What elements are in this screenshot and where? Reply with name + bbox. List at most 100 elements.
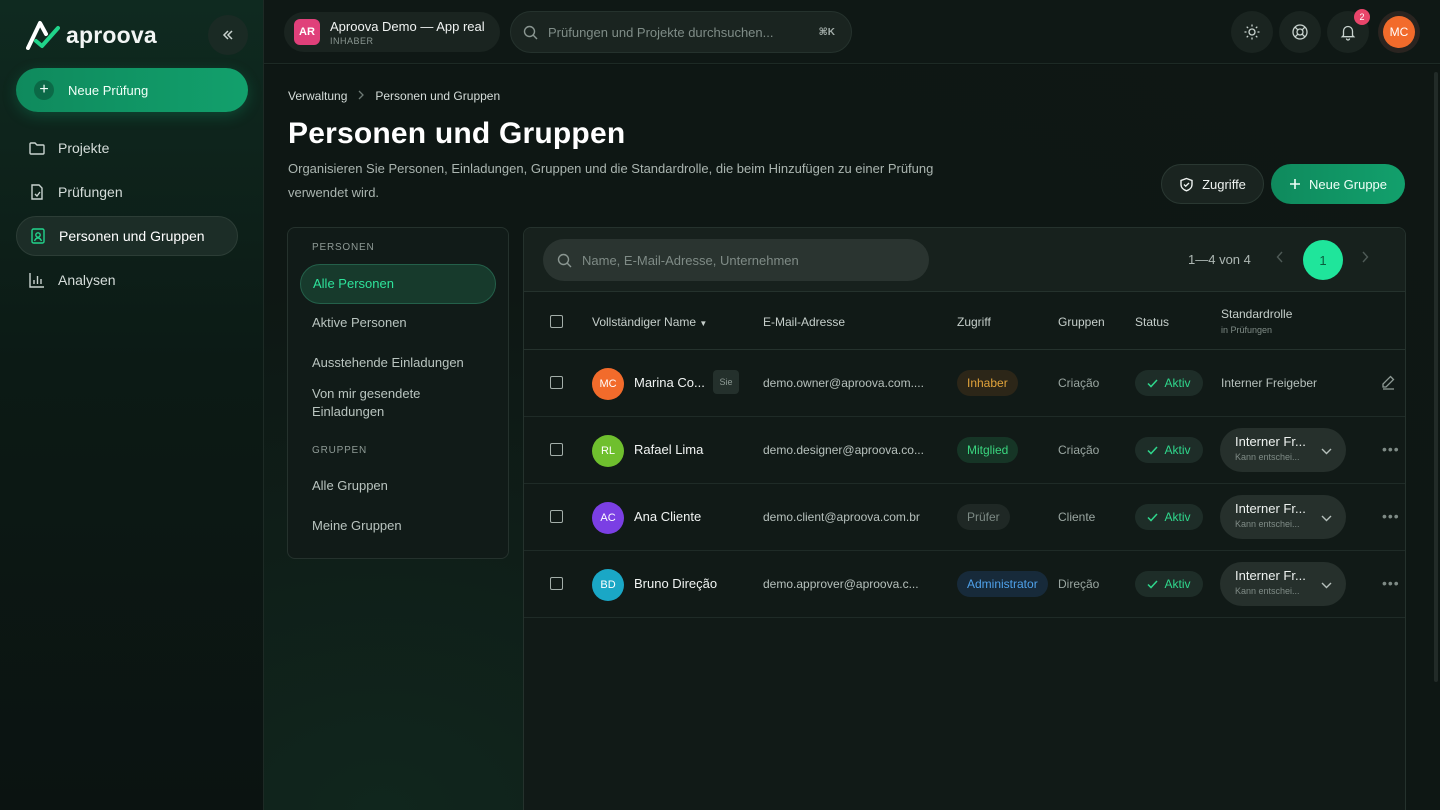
check-icon	[1147, 512, 1159, 522]
access-badge: Prüfer	[957, 504, 1010, 530]
user-avatar: MC	[1383, 16, 1415, 48]
chevron-down-icon	[1321, 576, 1332, 594]
filter-all-people[interactable]: Alle Personen	[300, 264, 496, 304]
edit-icon[interactable]	[1380, 374, 1396, 395]
status-label: Aktiv	[1164, 577, 1191, 591]
pagination-summary: 1—4 von 4	[1188, 252, 1251, 267]
file-check-icon	[28, 183, 46, 201]
people-search-input[interactable]: Name, E-Mail-Adresse, Unternehmen	[543, 239, 929, 281]
search-icon	[557, 253, 572, 267]
select-all-checkbox[interactable]	[550, 315, 563, 328]
filter-sent-invites[interactable]: Von mir gesendete Einladungen	[300, 385, 450, 421]
new-group-button[interactable]: Neue Gruppe	[1271, 164, 1405, 204]
chevron-right-icon	[357, 89, 365, 103]
access-badge: Mitglied	[957, 437, 1019, 463]
brand-name: aproova	[66, 21, 157, 48]
table-row[interactable]: BD Bruno Direção demo.approver@aproova.c…	[524, 551, 1405, 618]
notification-count-badge: 2	[1354, 9, 1370, 25]
person-email: demo.approver@aproova.c...	[763, 577, 919, 591]
filter-panel: PERSONEN Alle Personen Aktive Personen A…	[287, 227, 509, 559]
you-badge: Sie	[713, 370, 739, 394]
person-email: demo.client@aproova.com.br	[763, 510, 920, 524]
check-icon	[1147, 445, 1159, 455]
workspace-role: INHABER	[330, 35, 374, 46]
column-header-name[interactable]: Vollständiger Name ▼	[592, 315, 707, 329]
workspace-switcher[interactable]: AR Aproova Demo — App real INHABER	[284, 12, 500, 52]
table-row[interactable]: AC Ana Cliente demo.client@aproova.com.b…	[524, 484, 1405, 551]
sidebar-item-analytics[interactable]: Analysen	[16, 260, 238, 300]
collapse-sidebar-button[interactable]	[208, 15, 248, 55]
access-button-label: Zugriffe	[1202, 176, 1246, 192]
workspace-name: Aproova Demo — App real	[330, 18, 485, 34]
page-title: Personen und Gruppen	[288, 117, 626, 150]
default-role-select[interactable]: Interner Fr... Kann entschei...	[1220, 495, 1346, 539]
row-checkbox[interactable]	[550, 443, 563, 456]
default-role-select[interactable]: Interner Fr... Kann entschei...	[1220, 428, 1346, 472]
person-name: Marina Co...	[634, 375, 705, 390]
person-name: Rafael Lima	[634, 442, 704, 457]
chevron-down-icon	[1321, 442, 1332, 460]
help-button[interactable]	[1279, 11, 1321, 53]
access-button[interactable]: Zugriffe	[1161, 164, 1264, 204]
notifications-button[interactable]: 2	[1327, 9, 1370, 53]
filter-my-groups[interactable]: Meine Gruppen	[300, 517, 496, 535]
avatar: AC	[592, 502, 624, 534]
sidebar-item-label: Prüfungen	[58, 184, 123, 200]
person-group: Direção	[1058, 577, 1100, 591]
sidebar-item-people-groups[interactable]: Personen und Gruppen	[16, 216, 238, 256]
filter-section-groups: GRUPPEN	[312, 445, 368, 456]
column-header-role: Standardrolle in Prüfungen	[1221, 307, 1292, 335]
more-options-icon[interactable]: •••	[1382, 508, 1400, 524]
chevron-right-icon[interactable]	[1361, 250, 1369, 266]
user-menu-button[interactable]: MC	[1378, 11, 1420, 53]
chevrons-left-icon	[222, 30, 233, 40]
status-badge: Aktiv	[1135, 571, 1203, 597]
page-scrollbar[interactable]	[1434, 72, 1438, 682]
people-table-panel: Name, E-Mail-Adresse, Unternehmen 1—4 vo…	[523, 227, 1406, 810]
pagination-current-page[interactable]: 1	[1303, 240, 1343, 280]
new-group-button-label: Neue Gruppe	[1308, 176, 1388, 192]
theme-toggle-button[interactable]	[1231, 11, 1273, 53]
more-options-icon[interactable]: •••	[1382, 441, 1400, 457]
avatar: MC	[592, 368, 624, 400]
workspace-avatar: AR	[294, 19, 320, 45]
person-name: Bruno Direção	[634, 576, 718, 591]
chevron-down-icon	[1321, 509, 1332, 527]
filter-pending-invites[interactable]: Ausstehende Einladungen	[300, 354, 496, 372]
default-role-select[interactable]: Interner Fr... Kann entschei...	[1220, 562, 1346, 606]
sidebar-item-projects[interactable]: Projekte	[16, 128, 238, 168]
row-checkbox[interactable]	[550, 376, 563, 389]
person-group: Criação	[1058, 376, 1100, 390]
global-search-input[interactable]: Prüfungen und Projekte durchsuchen... ⌘K	[510, 11, 852, 53]
row-checkbox[interactable]	[550, 510, 563, 523]
sidebar-item-label: Analysen	[58, 272, 116, 288]
column-header-status: Status	[1135, 315, 1170, 329]
column-header-email: E-Mail-Adresse	[763, 315, 846, 329]
filter-all-groups[interactable]: Alle Gruppen	[300, 477, 496, 495]
breadcrumb-item-admin[interactable]: Verwaltung	[288, 89, 347, 103]
person-group: Criação	[1058, 443, 1100, 457]
contact-card-icon	[29, 227, 47, 245]
default-role: Interner Freigeber	[1221, 376, 1318, 390]
table-row[interactable]: RL Rafael Lima demo.designer@aproova.co.…	[524, 417, 1405, 484]
page-description: Organisieren Sie Personen, Einladungen, …	[288, 161, 934, 200]
sidebar: aproova + Neue Prüfung Projekte Prüfunge…	[0, 0, 264, 810]
sidebar-item-exams[interactable]: Prüfungen	[16, 172, 238, 212]
column-header-groups: Gruppen	[1058, 315, 1105, 329]
bell-icon	[1340, 25, 1356, 41]
person-email: demo.owner@aproova.com....	[763, 376, 924, 390]
check-icon	[1147, 378, 1159, 388]
shield-check-icon	[1180, 177, 1193, 192]
chevron-left-icon[interactable]	[1276, 250, 1284, 266]
more-options-icon[interactable]: •••	[1382, 575, 1400, 591]
row-checkbox[interactable]	[550, 577, 563, 590]
avatar: RL	[592, 435, 624, 467]
table-row[interactable]: MC Marina Co... Sie demo.owner@aproova.c…	[524, 350, 1405, 417]
sort-down-icon: ▼	[699, 319, 708, 328]
brand-logo[interactable]: aproova	[26, 20, 157, 50]
sun-icon	[1244, 24, 1260, 40]
new-exam-button[interactable]: + Neue Prüfung	[16, 68, 248, 112]
check-icon	[1147, 579, 1159, 589]
bar-chart-icon	[28, 271, 46, 289]
filter-active-people[interactable]: Aktive Personen	[300, 314, 496, 332]
